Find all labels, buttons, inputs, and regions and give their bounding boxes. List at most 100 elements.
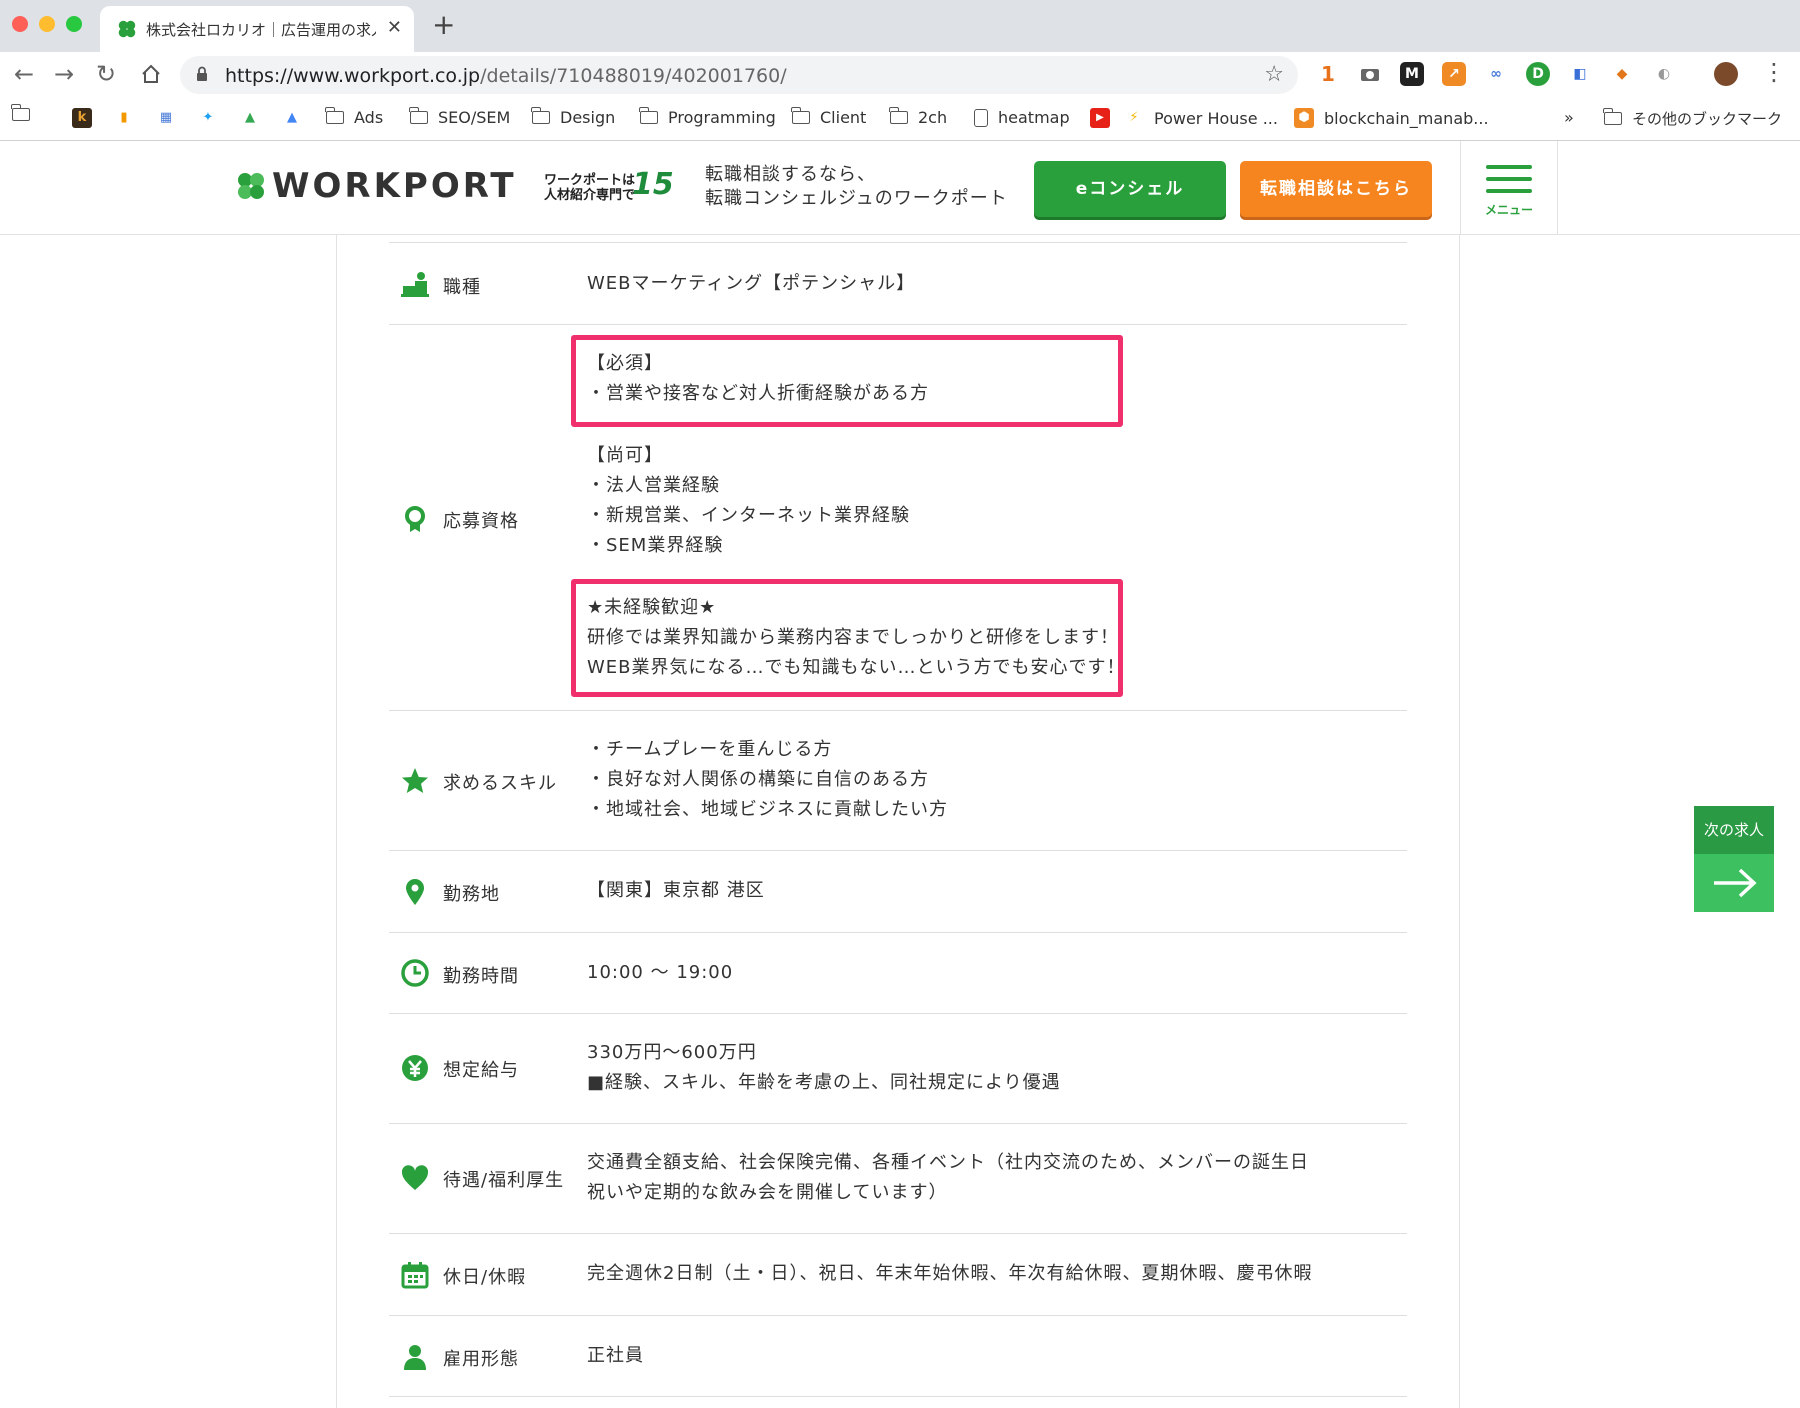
- bookmark-folder-2ch[interactable]: 2ch: [889, 107, 947, 127]
- folder-icon: [531, 107, 550, 124]
- row-benefits: 待遇/福利厚生 交通費全額支給、社会保険完備、各種イベント（社内交流のため、メン…: [389, 1123, 1407, 1233]
- cube-icon: ⬢: [1294, 108, 1314, 128]
- bookmark-folder-ads[interactable]: Ads: [325, 107, 383, 127]
- bookmark-blockchain[interactable]: ⬢ blockchain_manab...: [1294, 108, 1489, 128]
- lightning-icon: ⚡: [1124, 108, 1144, 128]
- drive-icon: ▲: [240, 108, 260, 128]
- bookmark-heatmap[interactable]: heatmap: [974, 108, 1070, 127]
- hamburger-icon: [1486, 165, 1532, 169]
- metamask-extension-icon[interactable]: ◆: [1610, 62, 1634, 86]
- required-qualification: 【必須】 ・営業や接客など対人折衝経験がある方: [587, 353, 929, 404]
- vpn-extension-icon[interactable]: ◧: [1568, 62, 1592, 86]
- star-icon: [402, 768, 428, 793]
- folder-icon: [409, 107, 428, 124]
- person-icon: [404, 1345, 426, 1370]
- fifteen-years-badge: ワークポートは 人材紹介専門で 15: [544, 167, 674, 203]
- arrow-right-icon: [1714, 868, 1757, 898]
- k-icon: k: [72, 108, 92, 128]
- analytics-icon: ▮: [114, 108, 134, 128]
- url-text: https://www.workport.co.jp/details/71048…: [225, 65, 787, 87]
- bookmark-google-ads[interactable]: ▲: [282, 108, 312, 128]
- folder-icon: [889, 107, 908, 124]
- row-skills: 求めるスキル ・チームプレーを重んじる方 ・良好な対人関係の構築に自信のある方 …: [389, 710, 1407, 850]
- next-job-button[interactable]: 次の求人: [1694, 806, 1774, 912]
- twitter-icon: ✦: [198, 108, 218, 128]
- camera-extension-icon[interactable]: [1358, 62, 1382, 86]
- yen-icon: [402, 1055, 428, 1081]
- close-window-button[interactable]: [12, 16, 28, 32]
- site-header: WORKPORT ワークポートは 人材紹介専門で 15 転職相談するなら、 転職コン…: [0, 141, 1800, 235]
- bookmark-power-house[interactable]: ⚡ Power House ...: [1124, 108, 1278, 128]
- bookmark-folder-seo[interactable]: SEO/SEM: [409, 107, 510, 127]
- minimize-window-button[interactable]: [39, 16, 55, 32]
- next-job-label: 次の求人: [1694, 806, 1774, 854]
- occupation-value: WEBマーケティング【ポテンシャル】: [587, 273, 916, 294]
- forward-arrow-icon[interactable]: →: [54, 60, 74, 88]
- row-occupation: 職種 WEBマーケティング【ポテンシャル】: [389, 242, 1407, 324]
- hamburger-menu-button[interactable]: メニュー: [1460, 141, 1558, 235]
- row-qualification: 応募資格 【必須】 ・営業や接客など対人折衝経験がある方 【尚可】 ・法人営業経…: [389, 324, 1407, 710]
- folder-icon: [1603, 108, 1622, 125]
- browser-tab-bar: 株式会社ロカリオ｜広告運用の求人 ✕ +: [0, 0, 1800, 52]
- bookmark-folder-apps[interactable]: [11, 104, 40, 121]
- worker-icon: [401, 272, 429, 297]
- bookmark-folder-other[interactable]: その他のブックマーク: [1603, 108, 1782, 129]
- folder-icon: [639, 107, 658, 124]
- extension-number-icon[interactable]: 1: [1316, 62, 1340, 86]
- bookmark-k[interactable]: k: [72, 108, 102, 128]
- m-extension-icon[interactable]: M: [1400, 62, 1424, 86]
- bookmark-analytics[interactable]: ▮: [114, 108, 144, 128]
- chrome-menu-icon[interactable]: ⋮: [1762, 58, 1786, 86]
- benefits-value: 交通費全額支給、社会保険完備、各種イベント（社内交流のため、メンバーの誕生日 祝…: [587, 1152, 1309, 1203]
- row-salary: 想定給与 330万円〜600万円 ■経験、スキル、年齢を考慮の上、同社規定により…: [389, 1013, 1407, 1123]
- location-value: 【関東】東京都 港区: [587, 880, 765, 901]
- e-concierge-button[interactable]: eコンシェル: [1034, 161, 1226, 217]
- clover-logo-icon[interactable]: [234, 169, 268, 203]
- career-consult-button[interactable]: 転職相談はこちら: [1240, 161, 1432, 217]
- tab-close-icon[interactable]: ✕: [387, 17, 402, 38]
- folder-icon: [791, 107, 810, 124]
- maximize-window-button[interactable]: [66, 16, 82, 32]
- profile-avatar[interactable]: [1714, 62, 1738, 86]
- back-arrow-icon[interactable]: ←: [14, 60, 34, 88]
- row-location: 勤務地 【関東】東京都 港区: [389, 850, 1407, 932]
- google-ads-icon: ▲: [282, 108, 302, 128]
- clover-favicon-icon: [118, 20, 136, 38]
- inexperienced-welcome: ★未経験歓迎★ 研修では業界知識から業務内容までしっかりと研修をします！ WEB…: [587, 597, 1126, 678]
- chart-extension-icon[interactable]: ↗: [1442, 62, 1466, 86]
- page-icon: [974, 108, 988, 127]
- award-ribbon-icon: [405, 506, 425, 532]
- youtube-icon: ▶: [1090, 108, 1110, 128]
- bookmark-star-icon[interactable]: ☆: [1264, 62, 1284, 87]
- header-tagline: 転職相談するなら、 転職コンシェルジュのワークポート: [705, 164, 1008, 209]
- holidays-value: 完全週休2日制（土・日）、祝日、年末年始休暇、年次有給休暇、夏期休暇、慶弔休暇: [587, 1263, 1313, 1284]
- tab-title: 株式会社ロカリオ｜広告運用の求人: [146, 21, 376, 39]
- bookmark-folder-client[interactable]: Client: [791, 107, 866, 127]
- folder-icon: [325, 107, 344, 124]
- preferred-qualification: 【尚可】 ・法人営業経験 ・新規営業、インターネット業界経験 ・SEM業界経験: [587, 445, 910, 556]
- home-icon[interactable]: [140, 63, 162, 85]
- bookmark-folder-programming[interactable]: Programming: [639, 107, 776, 127]
- reload-icon[interactable]: ↻: [96, 60, 116, 88]
- workport-logo-text[interactable]: WORKPORT: [272, 166, 517, 206]
- heart-icon: [401, 1165, 429, 1190]
- shield-extension-icon[interactable]: ◐: [1652, 62, 1676, 86]
- browser-tab-active[interactable]: 株式会社ロカリオ｜広告運用の求人 ✕: [100, 6, 414, 52]
- link-extension-icon[interactable]: ∞: [1484, 62, 1508, 86]
- bookmarks-overflow-button[interactable]: »: [1564, 108, 1574, 127]
- address-bar[interactable]: https://www.workport.co.jp/details/71048…: [180, 56, 1298, 94]
- bookmark-drive[interactable]: ▲: [240, 108, 270, 128]
- hours-value: 10:00 〜 19:00: [587, 962, 734, 983]
- lock-icon: [197, 66, 207, 81]
- clock-icon: [401, 959, 429, 987]
- salary-value: 330万円〜600万円 ■経験、スキル、年齢を考慮の上、同社規定により優遇: [587, 1042, 1061, 1093]
- bookmark-calendar[interactable]: ▦: [156, 108, 186, 128]
- bookmark-twitter[interactable]: ✦: [198, 108, 228, 128]
- bookmark-folder-design[interactable]: Design: [531, 107, 615, 127]
- calendar-icon: [401, 1262, 429, 1289]
- bookmark-youtube[interactable]: ▶: [1090, 108, 1120, 128]
- d-extension-icon[interactable]: D: [1526, 62, 1550, 86]
- employment-value: 正社員: [587, 1345, 644, 1366]
- new-tab-button[interactable]: +: [432, 10, 455, 40]
- bookmarks-bar: k ▮ ▦ ✦ ▲ ▲ Ads SEO/SEM Design Programmi…: [0, 100, 1800, 140]
